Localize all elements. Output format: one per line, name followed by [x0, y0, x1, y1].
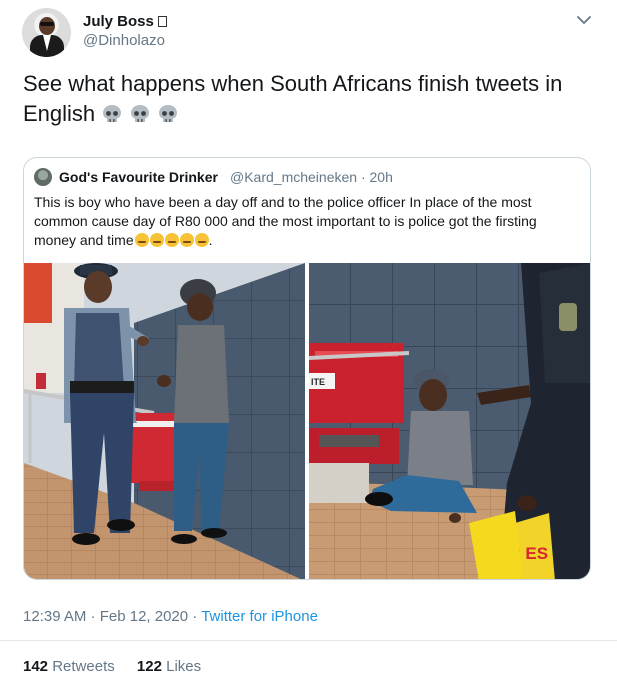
tweet-timestamp[interactable]: 12:39 AM · Feb 12, 2020 [23, 608, 188, 625]
likes-stat[interactable]: 122 Likes [137, 658, 201, 675]
hushed-face-icon [179, 233, 194, 247]
likes-label: Likes [166, 658, 202, 675]
expressionless-face-icon [149, 233, 164, 247]
persevering-face-icon [194, 233, 209, 247]
retweets-stat[interactable]: 142 Retweets [23, 658, 115, 675]
unknown-glyph-icon [157, 16, 167, 27]
retweets-count: 142 [23, 658, 49, 675]
trolley-sign-text-right: ITE [311, 377, 325, 387]
tweet-card: July Boss @Dinholazo See what happens wh… [0, 0, 617, 684]
quoted-author-name: God's Favourite Drinker [59, 169, 218, 185]
tweet-stats: 142 Retweets 122 Likes [23, 658, 201, 675]
media-photo-right[interactable]: ITE WER ES [309, 263, 591, 580]
quoted-tweet-age: 20h [369, 169, 393, 185]
quoted-tweet[interactable]: God's Favourite Drinker @Kard_mcheineken… [23, 157, 591, 580]
author-name[interactable]: July Boss [83, 13, 167, 30]
author-avatar[interactable] [22, 8, 71, 57]
tweet-meta: 12:39 AM · Feb 12, 2020 · Twitter for iP… [23, 608, 318, 625]
skull-icon [131, 105, 150, 122]
divider [0, 640, 617, 641]
quoted-tweet-media: ITE ES [24, 263, 591, 580]
skull-icon [159, 105, 178, 122]
tweet-text: See what happens when South Africans fin… [23, 71, 563, 126]
skull-icon [103, 105, 122, 122]
retweets-label: Retweets [52, 658, 115, 675]
quoted-author-handle: @Kard_mcheineken · 20h [230, 169, 393, 185]
media-photo-left[interactable]: ITE [24, 263, 305, 580]
grimacing-face-icon [134, 233, 149, 247]
relieved-face-icon [164, 233, 179, 247]
author-handle[interactable]: @Dinholazo [83, 32, 165, 49]
quoted-author-avatar [34, 168, 52, 186]
likes-count: 122 [136, 658, 162, 675]
tweet-source[interactable]: Twitter for iPhone [201, 608, 318, 625]
caret-down-icon[interactable] [575, 11, 593, 29]
quoted-tweet-text: This is boy who have been a day off and … [34, 194, 537, 248]
